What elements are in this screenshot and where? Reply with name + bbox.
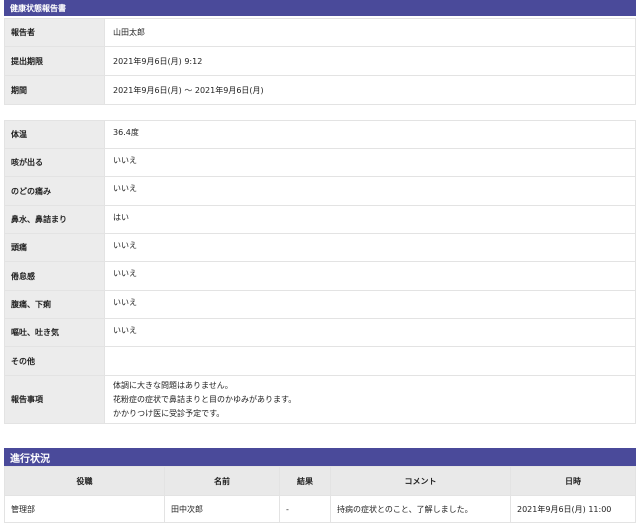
field-label: 鼻水、鼻詰まり: [4, 205, 105, 234]
cell-result: -: [279, 495, 331, 523]
reporter-value: 山田太郎: [104, 18, 636, 47]
health-status-table: 体温 36.4度 咳が出る いいえ のどの痛み いいえ 鼻水、鼻詰まり はい 頭…: [4, 120, 636, 424]
table-row: 報告者 山田太郎: [4, 18, 636, 47]
table-row: 咳が出る いいえ: [4, 148, 636, 177]
table-row: その他: [4, 346, 636, 376]
progress-title: 進行状況: [10, 453, 50, 465]
field-label: 報告事項: [4, 375, 105, 424]
table-row: 期間 2021年9月6日(月) 〜 2021年9月6日(月): [4, 75, 636, 105]
column-header-datetime: 日時: [510, 466, 636, 496]
notes-line: 花粉症の症状で鼻詰まりと目のかゆみがあります。: [113, 394, 297, 404]
notes-line: 体調に大きな問題はありません。: [113, 380, 233, 390]
table-row: のどの痛み いいえ: [4, 176, 636, 206]
cell-datetime: 2021年9月6日(月) 11:00: [510, 495, 636, 523]
column-header-name: 名前: [164, 466, 280, 496]
column-header-result: 結果: [279, 466, 331, 496]
notes-value: 体調に大きな問題はありません。 花粉症の症状で鼻詰まりと目のかゆみがあります。 …: [104, 375, 636, 424]
runny-nose-value: はい: [104, 205, 636, 234]
table-row: 頭痛 いいえ: [4, 233, 636, 262]
table-row: 鼻水、鼻詰まり はい: [4, 205, 636, 234]
field-label: 倦怠感: [4, 261, 105, 291]
progress-table: 役職 名前 結果 コメント 日時 管理部 田中次郎 - 持病の症状とのこと、了解…: [4, 466, 636, 523]
field-label: 頭痛: [4, 233, 105, 262]
cough-value: いいえ: [104, 148, 636, 177]
field-label: 報告者: [4, 18, 105, 47]
period-value: 2021年9月6日(月) 〜 2021年9月6日(月): [104, 75, 636, 105]
other-value: [104, 346, 636, 376]
temperature-value: 36.4度: [104, 120, 636, 149]
report-info-table: 報告者 山田太郎 提出期限 2021年9月6日(月) 9:12 期間 2021年…: [4, 18, 636, 105]
column-header-role: 役職: [4, 466, 165, 496]
cell-role: 管理部: [4, 495, 165, 523]
table-header-row: 役職 名前 結果 コメント 日時: [4, 466, 636, 496]
field-label: 期間: [4, 75, 105, 105]
page-title: 健康状態報告書: [10, 3, 66, 13]
field-label: その他: [4, 346, 105, 376]
progress-header-bar: 進行状況: [4, 448, 636, 466]
table-row: 提出期限 2021年9月6日(月) 9:12: [4, 46, 636, 76]
table-row: 体温 36.4度: [4, 120, 636, 149]
notes-line: かかりつけ医に受診予定です。: [113, 408, 225, 418]
field-label: 嘔吐、吐き気: [4, 318, 105, 347]
table-row: 報告事項 体調に大きな問題はありません。 花粉症の症状で鼻詰まりと目のかゆみがあ…: [4, 375, 636, 424]
column-header-comment: コメント: [330, 466, 511, 496]
stomach-value: いいえ: [104, 290, 636, 319]
field-label: 体温: [4, 120, 105, 149]
nausea-value: いいえ: [104, 318, 636, 347]
sore-throat-value: いいえ: [104, 176, 636, 206]
field-label: のどの痛み: [4, 176, 105, 206]
deadline-value: 2021年9月6日(月) 9:12: [104, 46, 636, 76]
table-row: 嘔吐、吐き気 いいえ: [4, 318, 636, 347]
page-header-bar: 健康状態報告書: [4, 0, 636, 16]
field-label: 咳が出る: [4, 148, 105, 177]
table-row: 倦怠感 いいえ: [4, 261, 636, 291]
headache-value: いいえ: [104, 233, 636, 262]
fatigue-value: いいえ: [104, 261, 636, 291]
field-label: 腹痛、下痢: [4, 290, 105, 319]
table-row: 腹痛、下痢 いいえ: [4, 290, 636, 319]
table-row: 管理部 田中次郎 - 持病の症状とのこと、了解しました。 2021年9月6日(月…: [4, 495, 636, 523]
cell-name: 田中次郎: [164, 495, 280, 523]
field-label: 提出期限: [4, 46, 105, 76]
cell-comment: 持病の症状とのこと、了解しました。: [330, 495, 511, 523]
